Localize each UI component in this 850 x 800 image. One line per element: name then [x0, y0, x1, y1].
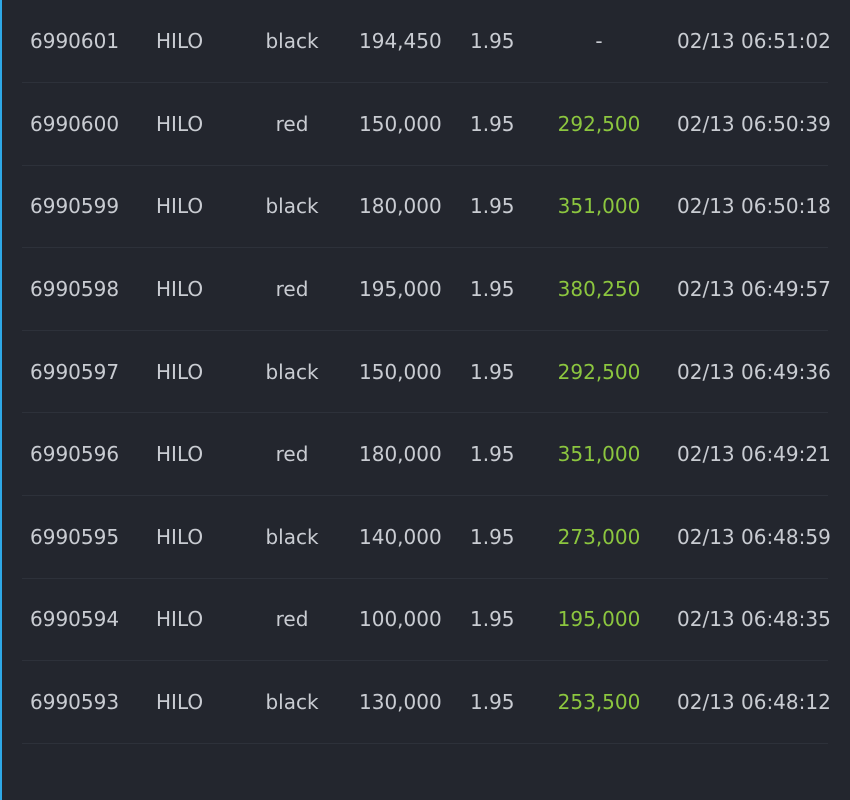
odds-cell: 1.95 — [470, 276, 515, 301]
bet-amount-cell: 130,000 — [359, 689, 442, 714]
pick-label: red — [275, 607, 309, 632]
odds-cell: 1.95 — [470, 111, 515, 136]
odds-cell: 1.95 — [470, 689, 515, 714]
bet-amount-cell: 140,000 — [359, 524, 442, 549]
round-id-cell: 6990597 — [30, 359, 120, 384]
timestamp-cell: 02/13 06:48:35 — [677, 607, 831, 632]
bet-amount-cell: 180,000 — [359, 442, 442, 467]
game-cell: HILO — [156, 524, 204, 549]
game-cell: HILO — [156, 442, 204, 467]
round-id-cell: 6990595 — [30, 524, 120, 549]
bet-amount-cell: 150,000 — [359, 111, 442, 136]
game-cell: HILO — [156, 29, 204, 53]
timestamp-cell: 02/13 06:50:39 — [677, 111, 831, 136]
round-id-cell: 6990596 — [30, 442, 120, 467]
pick-label: black — [265, 194, 319, 219]
timestamp-cell: 02/13 06:49:57 — [677, 276, 831, 301]
game-cell: HILO — [156, 359, 204, 384]
bet-amount-cell: 180,000 — [359, 194, 442, 219]
win-label: 292,500 — [557, 111, 641, 136]
pick-label: red — [275, 111, 309, 136]
table-row[interactable]: 6990599 HILO black 180,000 1.95 351,000 … — [22, 166, 831, 249]
pick-label: black — [265, 359, 319, 384]
pick-label: black — [265, 29, 319, 53]
table-row[interactable]: 6990601 HILO black 194,450 1.95 - 02/13 … — [22, 0, 831, 83]
pick-label: red — [275, 442, 309, 467]
win-label: 351,000 — [557, 442, 641, 467]
pick-label: red — [275, 276, 309, 301]
bet-history-panel: 6990601 HILO black 194,450 1.95 - 02/13 … — [0, 0, 850, 800]
win-label: - — [595, 29, 603, 53]
round-id-cell: 6990594 — [30, 607, 120, 632]
timestamp-cell: 02/13 06:48:59 — [677, 524, 831, 549]
win-label: 351,000 — [557, 194, 641, 219]
timestamp-cell: 02/13 06:50:18 — [677, 194, 831, 219]
win-label: 380,250 — [557, 276, 641, 301]
timestamp-cell: 02/13 06:48:12 — [677, 689, 831, 714]
odds-cell: 1.95 — [470, 442, 515, 467]
win-label: 253,500 — [557, 689, 641, 714]
game-cell: HILO — [156, 689, 204, 714]
game-cell: HILO — [156, 194, 204, 219]
odds-cell: 1.95 — [470, 194, 515, 219]
round-id-cell: 6990599 — [30, 194, 120, 219]
game-cell: HILO — [156, 276, 204, 301]
odds-cell: 1.95 — [470, 524, 515, 549]
odds-cell: 1.95 — [470, 29, 515, 53]
bet-history-table: 6990601 HILO black 194,450 1.95 - 02/13 … — [22, 0, 831, 744]
table-row[interactable]: 6990598 HILO red 195,000 1.95 380,250 02… — [22, 248, 831, 331]
win-label: 273,000 — [557, 524, 641, 549]
round-id-cell: 6990600 — [30, 111, 120, 136]
left-accent-bar — [0, 0, 2, 800]
bet-amount-cell: 194,450 — [359, 29, 442, 53]
game-cell: HILO — [156, 607, 204, 632]
round-id-cell: 6990601 — [30, 29, 120, 53]
pick-label: black — [265, 689, 319, 714]
table-row[interactable]: 6990596 HILO red 180,000 1.95 351,000 02… — [22, 413, 831, 496]
timestamp-cell: 02/13 06:49:21 — [677, 442, 831, 467]
table-row[interactable]: 6990597 HILO black 150,000 1.95 292,500 … — [22, 331, 831, 414]
pick-label: black — [265, 524, 319, 549]
table-row[interactable]: 6990593 HILO black 130,000 1.95 253,500 … — [22, 661, 831, 744]
timestamp-cell: 02/13 06:51:02 — [677, 29, 831, 53]
odds-cell: 1.95 — [470, 607, 515, 632]
round-id-cell: 6990598 — [30, 276, 120, 301]
bet-amount-cell: 195,000 — [359, 276, 442, 301]
bet-amount-cell: 100,000 — [359, 607, 442, 632]
table-row[interactable]: 6990595 HILO black 140,000 1.95 273,000 … — [22, 496, 831, 579]
timestamp-cell: 02/13 06:49:36 — [677, 359, 831, 384]
game-cell: HILO — [156, 111, 204, 136]
win-label: 292,500 — [557, 359, 641, 384]
round-id-cell: 6990593 — [30, 689, 120, 714]
win-label: 195,000 — [557, 607, 641, 632]
table-row[interactable]: 6990600 HILO red 150,000 1.95 292,500 02… — [22, 83, 831, 166]
table-row[interactable]: 6990594 HILO red 100,000 1.95 195,000 02… — [22, 579, 831, 662]
bet-amount-cell: 150,000 — [359, 359, 442, 384]
odds-cell: 1.95 — [470, 359, 515, 384]
